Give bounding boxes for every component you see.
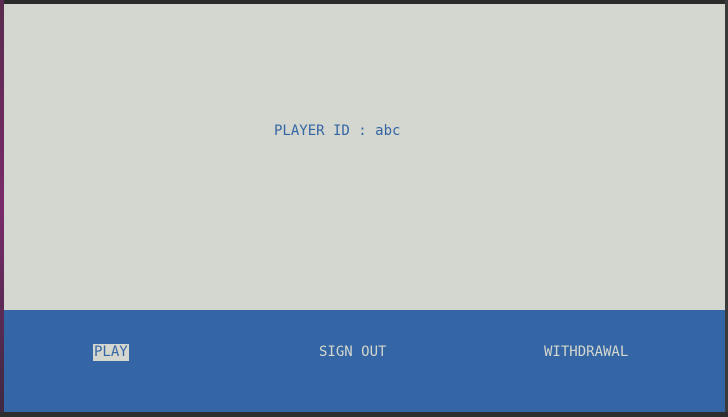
window-bottom-border [0, 412, 728, 417]
player-id-line: PLAYER ID : abc [274, 123, 400, 139]
player-id-separator: : [349, 123, 376, 139]
sign-out-button[interactable]: SIGN OUT [318, 344, 387, 361]
player-id-label: PLAYER ID [274, 123, 350, 139]
player-id-value: abc [375, 123, 401, 139]
play-button[interactable]: PLAY [93, 344, 129, 361]
terminal-window: PLAYER ID : abc PLAY SIGN OUT WITHDRAWAL [0, 0, 728, 417]
withdrawal-button[interactable]: WITHDRAWAL [543, 344, 629, 361]
main-screen: PLAYER ID : abc [4, 4, 725, 310]
bottom-menu-bar: PLAY SIGN OUT WITHDRAWAL [4, 310, 725, 412]
